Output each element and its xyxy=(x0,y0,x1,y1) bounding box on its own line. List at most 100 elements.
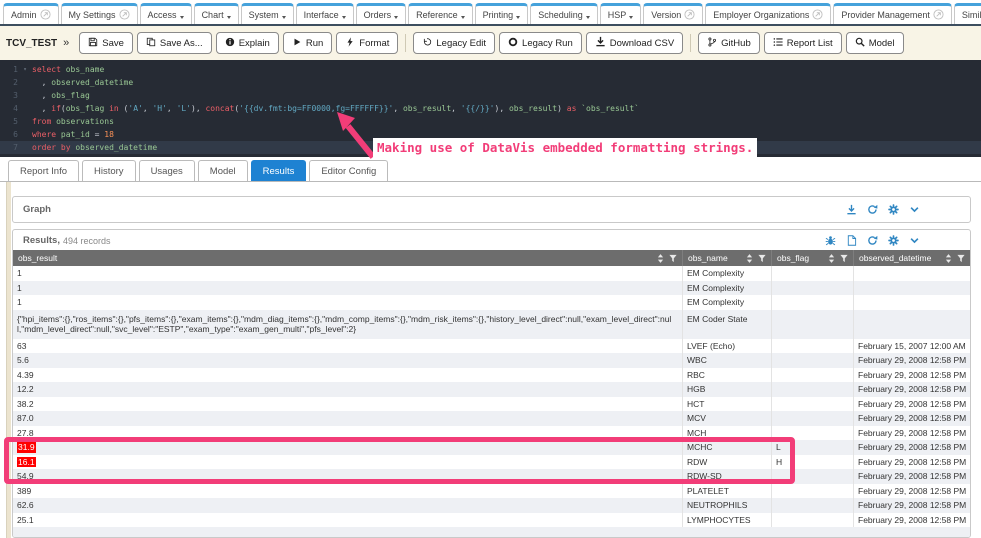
column-header-icons xyxy=(828,254,848,263)
filter-icon[interactable] xyxy=(669,254,677,263)
line-number: 2 xyxy=(0,76,18,89)
bug-icon[interactable] xyxy=(825,235,836,246)
table-row: 38.2HCTFebruary 29, 2008 12:58 PM xyxy=(13,397,970,412)
gear-icon[interactable] xyxy=(888,235,899,246)
cell-obs_name: MCV xyxy=(682,411,771,426)
save-as-button[interactable]: Save As... xyxy=(137,32,212,54)
report-list-button[interactable]: Report List xyxy=(764,32,842,54)
table-row: 54.9RDW-SDFebruary 29, 2008 12:58 PM xyxy=(13,469,970,484)
nav-tab-label: Chart xyxy=(202,10,224,20)
button-label: Legacy Run xyxy=(522,38,573,49)
gear-icon[interactable] xyxy=(888,204,899,215)
refresh-icon[interactable] xyxy=(867,235,878,246)
cell-obs_name: NEUTROPHILS xyxy=(682,498,771,513)
nav-tab-label: Orders xyxy=(364,10,392,20)
cell-obs_name: EM Complexity xyxy=(682,295,771,310)
cell-observed_datetime: February 29, 2008 12:58 PM xyxy=(853,513,970,528)
explain-button[interactable]: Explain xyxy=(216,32,279,54)
external-link-icon xyxy=(812,9,823,20)
nav-tab-label: System xyxy=(249,10,279,20)
circle-icon xyxy=(508,37,518,50)
download-csv-button[interactable]: Download CSV xyxy=(586,32,683,54)
nav-tab-provider-management[interactable]: Provider Management xyxy=(833,3,952,24)
tab-model[interactable]: Model xyxy=(198,160,248,181)
cell-obs_flag: H xyxy=(771,455,853,470)
refresh-icon[interactable] xyxy=(867,204,878,215)
highlighted-value: 16.1 xyxy=(17,457,36,468)
tab-report-info[interactable]: Report Info xyxy=(8,160,79,181)
github-button[interactable]: GitHub xyxy=(698,32,760,54)
filter-icon[interactable] xyxy=(758,254,766,263)
nav-tab-similar-exposure-groups-segs[interactable]: Similar Exposure Groups (SEGs) xyxy=(954,3,981,24)
button-label: Legacy Edit xyxy=(436,38,486,49)
button-label: Explain xyxy=(239,38,270,49)
sql-editor[interactable]: 1▾select obs_name2 , observed_datetime3 … xyxy=(0,60,981,157)
report-name-expander[interactable]: » xyxy=(63,37,69,49)
nav-tab-label: Admin xyxy=(11,10,37,20)
nav-tab-chart[interactable]: Chart xyxy=(194,3,239,24)
button-label: Save xyxy=(102,38,124,49)
cell-obs_flag xyxy=(771,368,853,383)
table-row: 16.1RDWHFebruary 29, 2008 12:58 PM xyxy=(13,455,970,470)
report-name: TCV_TEST xyxy=(6,38,57,49)
legacy-run-button[interactable]: Legacy Run xyxy=(499,32,582,54)
sort-icon[interactable] xyxy=(657,254,664,263)
top-nav-bar: Admin My SettingsAccess Chart System Interfa… xyxy=(0,0,981,26)
nav-tab-access[interactable]: Access xyxy=(140,3,192,24)
chevron-down-icon[interactable] xyxy=(909,235,920,246)
tab-usages[interactable]: Usages xyxy=(139,160,195,181)
nav-tab-my-settings[interactable]: My Settings xyxy=(61,3,138,24)
nav-tab-interface[interactable]: Interface xyxy=(296,3,354,24)
history-icon xyxy=(422,37,432,50)
nav-tab-hsp[interactable]: HSP xyxy=(600,3,642,24)
file-icon[interactable] xyxy=(846,235,857,246)
tab-history[interactable]: History xyxy=(82,160,136,181)
nav-tab-scheduling[interactable]: Scheduling xyxy=(530,3,598,24)
filter-icon[interactable] xyxy=(957,254,965,263)
cell-obs_name: HGB xyxy=(682,382,771,397)
editor-line: 3 , obs_flag xyxy=(0,89,981,102)
nav-tab-admin[interactable]: Admin xyxy=(3,3,59,24)
model-button[interactable]: Model xyxy=(846,32,904,54)
editor-line: 2 , observed_datetime xyxy=(0,76,981,89)
save-button[interactable]: Save xyxy=(79,32,133,54)
nav-tab-employer-organizations[interactable]: Employer Organizations xyxy=(705,3,831,24)
filter-icon[interactable] xyxy=(840,254,848,263)
cell-obs_result: 5.6 xyxy=(13,353,682,368)
legacy-edit-button[interactable]: Legacy Edit xyxy=(413,32,495,54)
sort-icon[interactable] xyxy=(945,254,952,263)
cell-obs_flag xyxy=(771,484,853,499)
tab-results[interactable]: Results xyxy=(251,160,307,181)
cell-obs_flag xyxy=(771,513,853,528)
cell-obs_name: RBC xyxy=(682,368,771,383)
nav-tab-version[interactable]: Version xyxy=(643,3,703,24)
cell-observed_datetime xyxy=(853,295,970,310)
download-icon[interactable] xyxy=(846,204,857,215)
editor-line: 5from observations xyxy=(0,115,981,128)
dropdown-caret-icon xyxy=(342,16,346,19)
run-button[interactable]: Run xyxy=(283,32,332,54)
nav-tab-label: Printing xyxy=(483,10,514,20)
column-header-label: obs_result xyxy=(18,253,657,263)
chevron-down-icon[interactable] xyxy=(909,204,920,215)
tab-editor-config[interactable]: Editor Config xyxy=(309,160,388,181)
sort-icon[interactable] xyxy=(828,254,835,263)
table-row: 31.9MCHCLFebruary 29, 2008 12:58 PM xyxy=(13,440,970,455)
graph-panel-header[interactable]: Graph xyxy=(13,197,970,222)
branch-icon xyxy=(707,37,717,50)
nav-tab-label: Employer Organizations xyxy=(713,10,809,20)
fold-arrow-icon: ▾ xyxy=(18,63,32,76)
cell-obs_name: PLATELET xyxy=(682,484,771,499)
nav-tab-printing[interactable]: Printing xyxy=(475,3,529,24)
sort-icon[interactable] xyxy=(746,254,753,263)
cell-obs_result: 63 xyxy=(13,339,682,354)
format-button[interactable]: Format xyxy=(336,32,398,54)
nav-tab-reference[interactable]: Reference xyxy=(408,3,473,24)
results-panel-header[interactable]: Results, 494 records xyxy=(13,230,970,250)
table-row: 1EM Complexity xyxy=(13,281,970,296)
cell-obs_name: EM Complexity xyxy=(682,281,771,296)
code-text: from observations xyxy=(32,115,981,128)
cell-obs_name: MCHC xyxy=(682,440,771,455)
nav-tab-system[interactable]: System xyxy=(241,3,294,24)
nav-tab-orders[interactable]: Orders xyxy=(356,3,407,24)
